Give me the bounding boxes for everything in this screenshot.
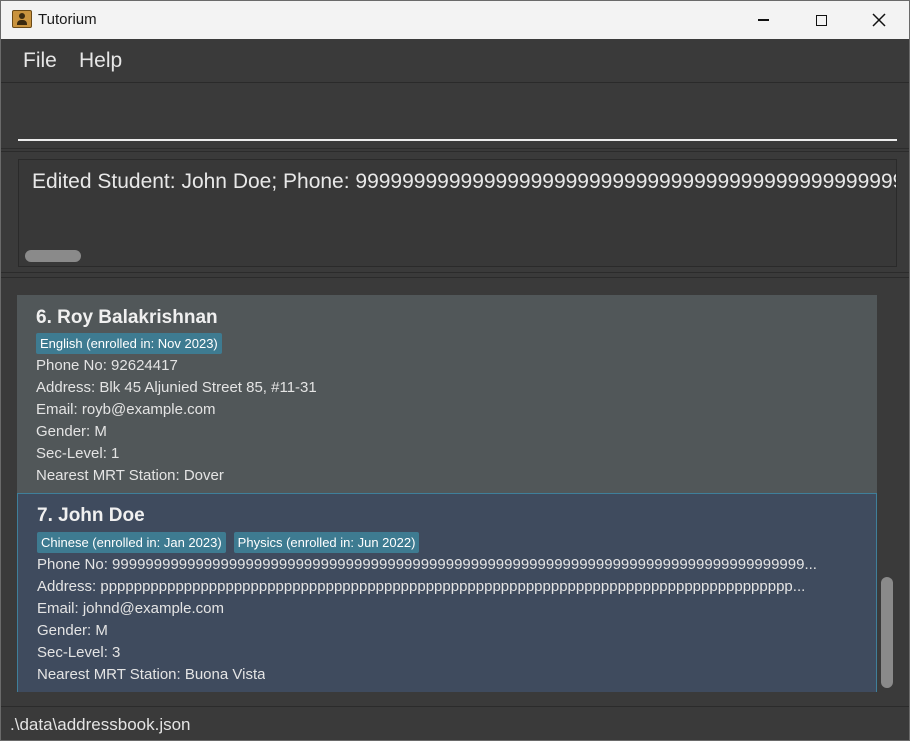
student-email: Email: royb@example.com	[36, 401, 216, 418]
student-gender: Gender: M	[37, 622, 108, 639]
result-text: Edited Student: John Doe; Phone: 9999999…	[32, 170, 896, 193]
student-gender: Gender: M	[36, 423, 107, 440]
student-mrt: Nearest MRT Station: Dover	[36, 467, 224, 484]
app-window: Tutorium File Help Edited Student: John …	[0, 0, 910, 741]
subject-tags: English (enrolled in: Nov 2023)	[36, 333, 222, 354]
subject-tag: Chinese (enrolled in: Jan 2023)	[37, 532, 226, 553]
window-title: Tutorium	[38, 11, 97, 28]
close-button[interactable]	[850, 1, 908, 39]
menu-bar: File Help	[1, 39, 909, 83]
subject-tag: Physics (enrolled in: Jun 2022)	[233, 532, 420, 553]
result-horizontal-scrollbar[interactable]	[25, 250, 81, 262]
command-input[interactable]	[18, 94, 897, 141]
student-email: Email: johnd@example.com	[37, 600, 224, 617]
subject-tag: English (enrolled in: Nov 2023)	[36, 333, 222, 354]
maximize-button[interactable]	[792, 1, 850, 39]
minimize-icon	[757, 19, 769, 21]
title-bar: Tutorium	[1, 1, 909, 39]
result-display[interactable]: Edited Student: John Doe; Phone: 9999999…	[18, 159, 897, 267]
student-mrt: Nearest MRT Station: Buona Vista	[37, 666, 266, 683]
student-sec-level: Sec-Level: 3	[37, 644, 121, 661]
menu-help[interactable]: Help	[79, 49, 122, 73]
card-divider	[17, 288, 877, 295]
student-list[interactable]: 6. Roy Balakrishnan English (enrolled in…	[17, 288, 877, 692]
student-card-selected[interactable]: 7. John Doe Chinese (enrolled in: Jan 20…	[17, 493, 877, 692]
student-sec-level: Sec-Level: 1	[36, 445, 120, 462]
student-address: Address: ppppppppppppppppppppppppppppppp…	[37, 578, 806, 595]
student-list-panel: 6. Roy Balakrishnan English (enrolled in…	[1, 277, 909, 705]
app-icon	[12, 10, 32, 28]
result-display-panel: Edited Student: John Doe; Phone: 9999999…	[1, 151, 909, 273]
command-box	[1, 84, 909, 149]
status-bar: .\data\addressbook.json	[1, 706, 909, 740]
student-address: Address: Blk 45 Aljunied Street 85, #11-…	[36, 379, 317, 396]
student-name: 6. Roy Balakrishnan	[36, 307, 218, 328]
student-phone: Phone No: 92624417	[36, 357, 178, 374]
student-card[interactable]: 6. Roy Balakrishnan English (enrolled in…	[17, 288, 877, 493]
close-icon	[872, 13, 886, 27]
data-file-path: .\data\addressbook.json	[10, 715, 191, 734]
menu-file[interactable]: File	[23, 49, 57, 73]
scrollbar-thumb[interactable]	[881, 577, 893, 688]
minimize-button[interactable]	[734, 1, 792, 39]
list-vertical-scrollbar[interactable]	[881, 288, 893, 692]
maximize-icon	[815, 14, 827, 26]
subject-tags: Chinese (enrolled in: Jan 2023) Physics …	[37, 532, 420, 553]
student-name: 7. John Doe	[37, 505, 145, 526]
student-phone: Phone No: 999999999999999999999999999999…	[37, 556, 817, 573]
